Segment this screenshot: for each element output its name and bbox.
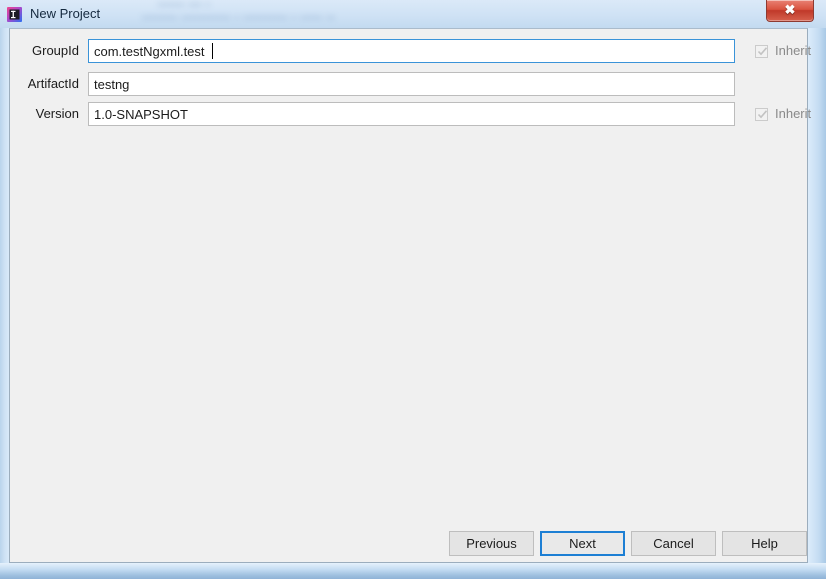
window-title: New Project (30, 6, 101, 21)
form-row-version: Version Inherit (10, 102, 811, 126)
title-bar[interactable]: •••••• ••• • •••••••• ••••••••••• • ••••… (0, 0, 826, 28)
form-row-artifactid: ArtifactId (10, 72, 809, 96)
groupid-inherit-label: Inherit (775, 43, 812, 58)
close-button[interactable]: ✖ (766, 0, 814, 22)
text-caret (212, 43, 213, 59)
groupid-input[interactable] (88, 39, 735, 63)
groupid-inherit-checkbox[interactable]: Inherit (755, 41, 811, 61)
checkbox-checked-icon (755, 44, 768, 58)
background-blur-line-1: •••••• ••• • (158, 0, 211, 11)
help-button[interactable]: Help (722, 531, 807, 556)
version-inherit-label: Inherit (775, 106, 812, 121)
version-inherit-checkbox[interactable]: Inherit (755, 104, 811, 124)
cancel-button[interactable]: Cancel (631, 531, 716, 556)
background-blur-content: •••••• ••• • •••••••• ••••••••••• • ••••… (140, 0, 740, 28)
version-label: Version (35, 106, 79, 121)
new-project-dialog-window: •••••• ••• • •••••••• ••••••••••• • ••••… (0, 0, 826, 579)
dialog-button-bar: Previous Next Cancel Help (10, 527, 809, 563)
version-input[interactable] (88, 102, 735, 126)
intellij-idea-icon (6, 6, 23, 23)
close-icon: ✖ (784, 2, 796, 17)
background-blur-line-2: •••••••• ••••••••••• • •••••••••• • ••••… (142, 13, 336, 24)
artifactid-label: ArtifactId (27, 76, 79, 91)
groupid-label: GroupId (32, 43, 79, 58)
form-row-groupid: GroupId Inherit (10, 39, 811, 63)
checkbox-checked-icon (755, 107, 768, 121)
dialog-content-panel: GroupId Inherit ArtifactId (9, 28, 811, 563)
previous-button[interactable]: Previous (449, 531, 534, 556)
artifactid-input[interactable] (88, 72, 735, 96)
window-frame-bottom (0, 563, 826, 579)
next-button[interactable]: Next (540, 531, 625, 556)
window-frame-right (808, 0, 826, 579)
